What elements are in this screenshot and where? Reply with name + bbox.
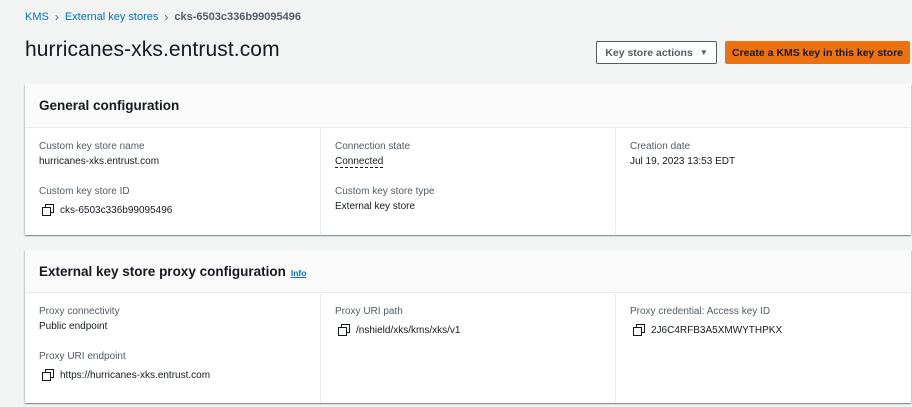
connection-state-label: Connection state (335, 141, 411, 152)
copy-icon[interactable] (633, 324, 645, 336)
creation-date-value: Jul 19, 2023 13:53 EDT (630, 156, 736, 167)
custom-key-store-id-value: cks-6503c336b99095496 (60, 204, 173, 216)
proxy-credential-label: Proxy credential: Access key ID (630, 306, 771, 317)
proxy-credential-value: 2J6C4RFB3A5XMWYTHPKX (651, 324, 783, 336)
general-configuration-header: General configuration (25, 84, 911, 128)
custom-key-store-type-label: Custom key store type (335, 186, 435, 197)
proxy-uri-endpoint-value: https://hurricanes-xks.entrust.com (60, 369, 211, 381)
key-store-actions-button[interactable]: Key store actions ▼ (596, 41, 717, 64)
proxy-connectivity-label: Proxy connectivity (39, 306, 120, 317)
general-col-3: Creation date Jul 19, 2023 13:53 EDT (615, 128, 910, 235)
proxy-col-2: Proxy URI path /nshield/xks/kms/xks/v1 (320, 293, 615, 403)
breadcrumb-link-kms[interactable]: KMS (25, 11, 49, 23)
breadcrumb: KMS › External key stores › cks-6503c336… (25, 10, 301, 24)
proxy-configuration-panel: External key store proxy configuration I… (25, 250, 911, 403)
general-col-1: Custom key store name hurricanes-xks.ent… (25, 128, 320, 235)
proxy-col-1: Proxy connectivity Public endpoint Proxy… (25, 293, 320, 403)
copy-icon[interactable] (338, 324, 350, 336)
create-kms-key-button[interactable]: Create a KMS key in this key store (725, 41, 910, 64)
proxy-connectivity-value: Public endpoint (39, 321, 108, 332)
caret-down-icon: ▼ (699, 48, 708, 57)
breadcrumb-current: cks-6503c336b99095496 (174, 11, 302, 23)
proxy-uri-endpoint-label: Proxy URI endpoint (39, 351, 126, 362)
key-store-actions-label: Key store actions (605, 46, 693, 59)
proxy-configuration-header: External key store proxy configuration I… (25, 250, 911, 293)
general-configuration-panel: General configuration Custom key store n… (25, 84, 911, 235)
info-link[interactable]: Info (291, 268, 307, 278)
proxy-uri-path-label: Proxy URI path (335, 306, 403, 317)
custom-key-store-name-label: Custom key store name (39, 141, 145, 152)
create-kms-key-label: Create a KMS key in this key store (732, 46, 903, 59)
custom-key-store-id-label: Custom key store ID (39, 186, 130, 197)
copy-icon[interactable] (42, 204, 54, 216)
general-configuration-title: General configuration (39, 98, 180, 113)
creation-date-label: Creation date (630, 141, 691, 152)
proxy-configuration-title: External key store proxy configuration (39, 263, 286, 279)
breadcrumb-chevron-icon: › (164, 10, 169, 24)
page-title: hurricanes-xks.entrust.com (25, 38, 280, 61)
connection-state-text: Connected (335, 156, 384, 168)
custom-key-store-type-value: External key store (335, 201, 416, 212)
breadcrumb-link-external-key-stores[interactable]: External key stores (65, 11, 159, 23)
proxy-uri-path-value: /nshield/xks/kms/xks/v1 (356, 324, 461, 336)
breadcrumb-chevron-icon: › (54, 10, 59, 24)
copy-icon[interactable] (42, 369, 54, 381)
custom-key-store-name-value: hurricanes-xks.entrust.com (39, 156, 160, 167)
connection-state-value[interactable]: Connected (335, 155, 601, 169)
proxy-col-3: Proxy credential: Access key ID 2J6C4RFB… (615, 293, 910, 403)
general-col-2: Connection state Connected Custom key st… (320, 128, 615, 235)
